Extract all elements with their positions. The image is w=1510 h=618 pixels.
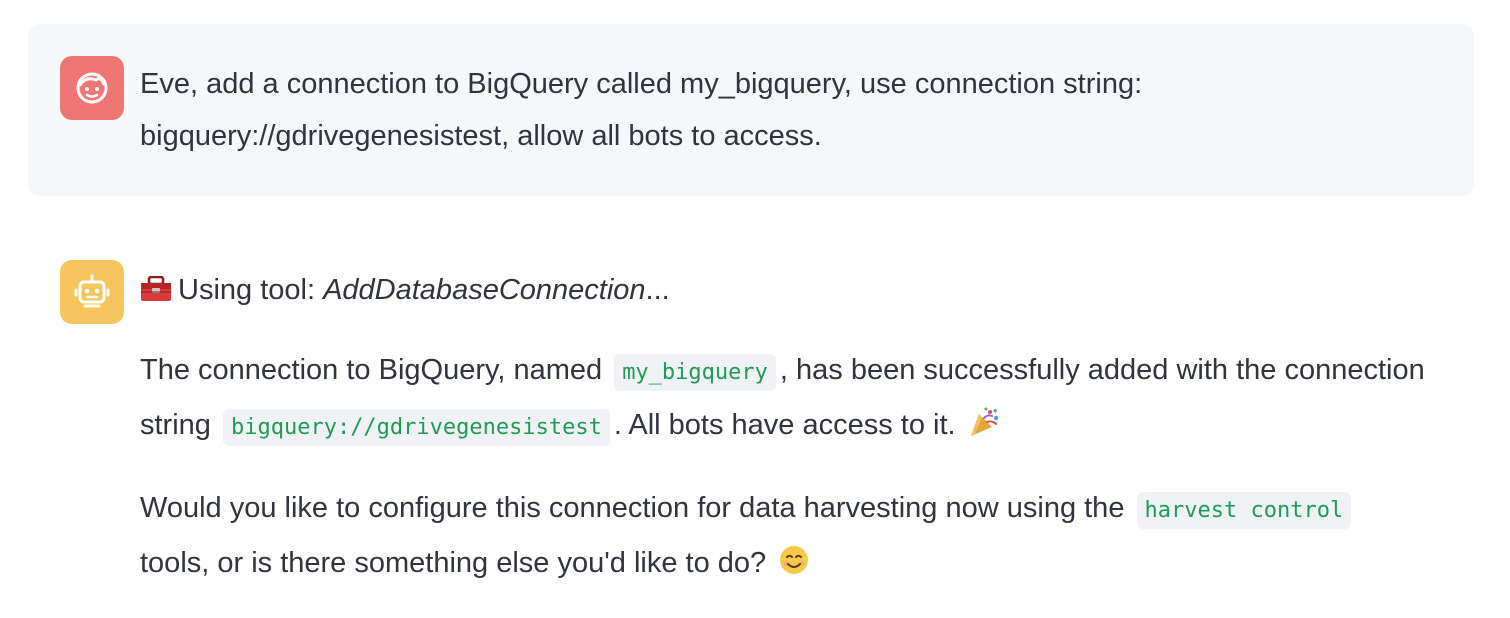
tool-prefix: Using tool: xyxy=(178,274,324,306)
response-line: tools, or is there something else you'd … xyxy=(140,537,1464,589)
tool-name: AddDatabaseConnection xyxy=(323,274,646,306)
response-line: string bigquery://gdrivegenesistest. All… xyxy=(140,399,1464,454)
tool-suffix: ... xyxy=(645,274,670,306)
tool-usage-line: Using tool: AddDatabaseConnection... xyxy=(140,264,1464,316)
response-text: tools, or is there something else you'd … xyxy=(140,547,767,579)
response-paragraph: Would you like to configure this connect… xyxy=(140,482,1464,589)
party-popper-icon xyxy=(970,407,998,436)
user-chat-message: Eve, add a connection to BigQuery called… xyxy=(28,24,1474,196)
inline-code: harvest control xyxy=(1136,492,1352,529)
response-paragraph: The connection to BigQuery, named my_big… xyxy=(140,344,1464,454)
user-message-line: bigquery://gdrivegenesistest, allow all … xyxy=(140,120,822,152)
response-text: Would you like to configure this connect… xyxy=(140,492,1125,524)
smiling-face-icon xyxy=(780,546,809,574)
robot-icon xyxy=(74,274,110,308)
bot-message-text: Using tool: AddDatabaseConnection... The… xyxy=(140,264,1464,617)
inline-code: bigquery://gdrivegenesistest xyxy=(222,409,610,446)
bot-chat-message: Using tool: AddDatabaseConnection... The… xyxy=(28,236,1474,596)
response-text: , has been successfully added with the c… xyxy=(779,354,1425,386)
response-text: . All bots have access to it. xyxy=(613,409,956,441)
user-message-line: Eve, add a connection to BigQuery called… xyxy=(140,68,1143,100)
response-line: The connection to BigQuery, named my_big… xyxy=(140,344,1464,399)
user-message-text: Eve, add a connection to BigQuery called… xyxy=(140,58,1464,162)
toolbox-icon xyxy=(141,276,171,301)
user-avatar xyxy=(60,56,124,120)
bot-avatar xyxy=(60,260,124,324)
response-line: Would you like to configure this connect… xyxy=(140,482,1464,537)
response-text: string xyxy=(140,409,211,441)
user-face-icon xyxy=(76,72,108,104)
response-text: The connection to BigQuery, named xyxy=(140,354,603,386)
inline-code: my_bigquery xyxy=(614,354,776,391)
